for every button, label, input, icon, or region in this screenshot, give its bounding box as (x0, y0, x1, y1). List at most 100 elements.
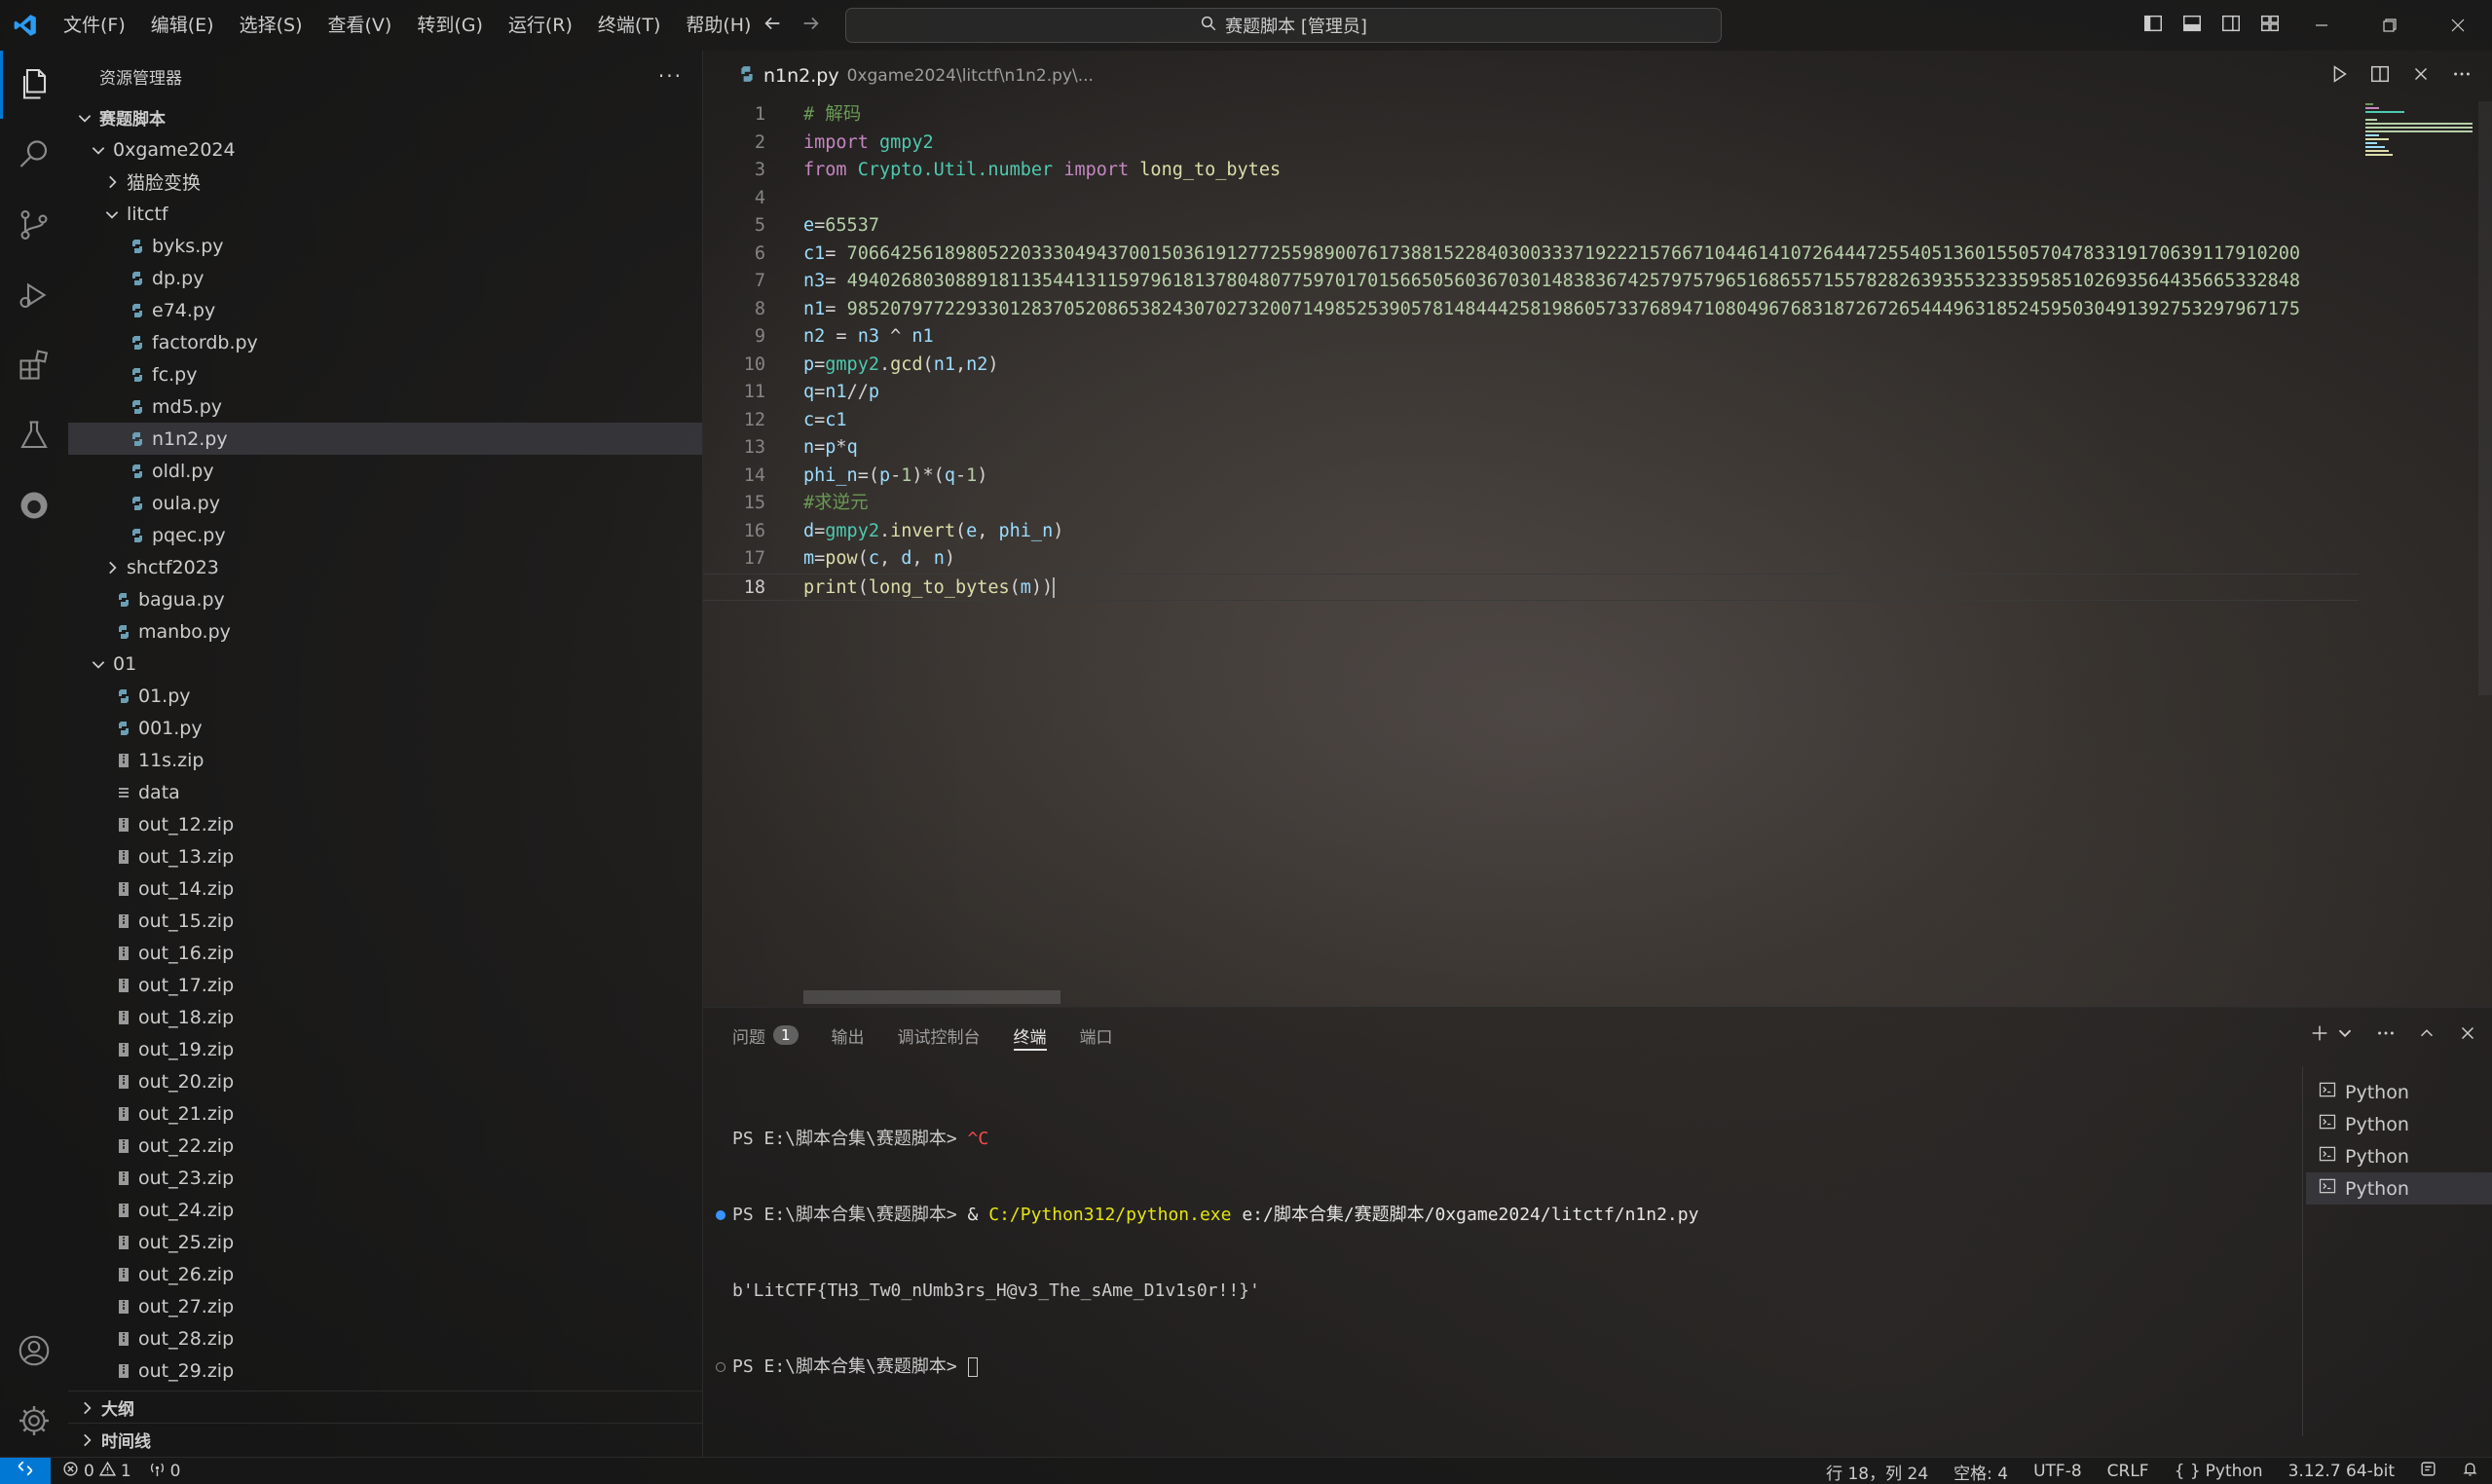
run-file-icon[interactable] (2328, 63, 2350, 89)
customize-layout-icon[interactable] (2259, 13, 2281, 38)
source-control-icon[interactable] (0, 191, 68, 259)
file-item[interactable]: e74.py (68, 294, 702, 326)
menu-selection[interactable]: 选择(S) (227, 0, 316, 51)
timeline-section[interactable]: 时间线 (68, 1423, 703, 1456)
tab-debug-console[interactable]: 调试控制台 (898, 1008, 981, 1062)
file-item[interactable]: 001.py (68, 712, 702, 744)
explorer-more-actions-icon[interactable]: ··· (658, 64, 683, 88)
file-item[interactable]: out_24.zip (68, 1194, 702, 1226)
terminal-list-item-active[interactable]: Python (2306, 1172, 2492, 1205)
problems-status[interactable]: 0 1 (62, 1461, 131, 1482)
tab-ports[interactable]: 端口 (1080, 1008, 1113, 1062)
tab-problems[interactable]: 问题 1 (732, 1008, 799, 1062)
command-decoration-icon[interactable] (716, 1210, 725, 1220)
file-item[interactable]: md5.py (68, 390, 702, 423)
file-item[interactable]: out_29.zip (68, 1354, 702, 1387)
file-item[interactable]: fc.py (68, 358, 702, 390)
file-item[interactable]: out_17.zip (68, 969, 702, 1001)
tab-output[interactable]: 输出 (832, 1008, 865, 1062)
code-editor[interactable]: 1 # 解码 2 import gmpy2 3 from Crypto.Util.nu… (703, 101, 2492, 1007)
file-item[interactable]: bagua.py (68, 583, 702, 615)
terminal-dropdown-chevron-icon[interactable] (2334, 1022, 2356, 1048)
menu-terminal[interactable]: 终端(T) (585, 0, 673, 51)
tab-terminal[interactable]: 终端 (1013, 1008, 1047, 1062)
file-item[interactable]: out_25.zip (68, 1226, 702, 1258)
terminal-list-item[interactable]: Python (2306, 1108, 2492, 1140)
menu-edit[interactable]: 编辑(E) (138, 0, 227, 51)
panel-more-icon[interactable] (2375, 1022, 2397, 1048)
file-item[interactable]: byks.py (68, 230, 702, 262)
close-panel-icon[interactable] (2457, 1022, 2478, 1048)
close-window-button[interactable] (2424, 0, 2492, 51)
file-item[interactable]: oula.py (68, 487, 702, 519)
settings-gear-icon[interactable] (0, 1387, 68, 1455)
accounts-icon[interactable] (0, 1317, 68, 1385)
cursor-position[interactable]: 行 18，列 24 (1826, 1460, 1928, 1484)
restore-button[interactable] (2356, 0, 2424, 51)
terminal-list-item[interactable]: Python (2306, 1140, 2492, 1172)
explorer-icon[interactable] (0, 51, 68, 119)
file-encoding[interactable]: UTF-8 (2033, 1462, 2082, 1481)
back-arrow-icon[interactable] (762, 13, 783, 38)
ports-status[interactable]: 0 (149, 1461, 180, 1482)
file-item[interactable]: out_22.zip (68, 1130, 702, 1162)
tab-breadcrumb-path[interactable]: 0xgame2024\litctf\n1n2.py\... (847, 66, 1094, 86)
command-center-search[interactable]: 赛题脚本 [管理员] (845, 8, 1722, 43)
forward-arrow-icon[interactable] (800, 13, 822, 38)
search-view-icon[interactable] (0, 121, 68, 189)
file-item[interactable]: out_23.zip (68, 1162, 702, 1194)
file-item[interactable]: out_19.zip (68, 1033, 702, 1065)
indentation[interactable]: 空格: 4 (1953, 1460, 2008, 1484)
folder-shctf2023[interactable]: shctf2023 (68, 551, 702, 583)
folder-root[interactable]: 赛题脚本 (68, 101, 702, 133)
file-item[interactable]: out_21.zip (68, 1097, 702, 1130)
menu-run[interactable]: 运行(R) (496, 0, 585, 51)
file-item[interactable]: out_14.zip (68, 872, 702, 905)
remote-indicator[interactable] (0, 1457, 51, 1484)
toggle-secondary-sidebar-icon[interactable] (2220, 13, 2242, 38)
toggle-primary-sidebar-icon[interactable] (2142, 13, 2164, 38)
minimize-button[interactable] (2287, 0, 2356, 51)
github-icon[interactable] (0, 471, 68, 539)
command-decoration-icon[interactable] (716, 1362, 725, 1372)
folder-01[interactable]: 01 (68, 648, 702, 680)
file-item[interactable]: out_20.zip (68, 1065, 702, 1097)
file-item[interactable]: out_27.zip (68, 1290, 702, 1322)
file-item[interactable]: out_16.zip (68, 937, 702, 969)
folder-litctf[interactable]: litctf (68, 198, 702, 230)
terminal-list-item[interactable]: Python (2306, 1076, 2492, 1108)
file-item[interactable]: out_18.zip (68, 1001, 702, 1033)
editor-vertical-scrollbar[interactable] (2478, 101, 2492, 695)
file-item[interactable]: factordb.py (68, 326, 702, 358)
testing-flask-icon[interactable] (0, 401, 68, 469)
language-mode[interactable]: { } Python (2175, 1462, 2263, 1481)
maximize-panel-icon[interactable] (2416, 1022, 2437, 1048)
file-item[interactable]: 11s.zip (68, 744, 702, 776)
outline-section[interactable]: 大纲 (68, 1391, 703, 1424)
split-editor-icon[interactable] (2369, 63, 2391, 89)
file-item[interactable]: out_26.zip (68, 1258, 702, 1290)
file-item[interactable]: pqec.py (68, 519, 702, 551)
copilot-icon[interactable] (2420, 1461, 2436, 1482)
terminal-output[interactable]: PS E:\脚本合集\赛题脚本> ^C PS E:\脚本合集\赛题脚本> & C… (716, 1076, 2096, 1430)
run-and-debug-icon[interactable] (0, 261, 68, 329)
file-item[interactable]: manbo.py (68, 615, 702, 648)
menu-view[interactable]: 查看(V) (316, 0, 405, 51)
editor-horizontal-scrollbar[interactable] (803, 990, 1060, 1004)
menu-file[interactable]: 文件(F) (51, 0, 138, 51)
minimap[interactable] (2365, 101, 2473, 160)
file-item[interactable]: dp.py (68, 262, 702, 294)
extensions-icon[interactable] (0, 331, 68, 399)
file-item[interactable]: out_13.zip (68, 840, 702, 872)
menu-help[interactable]: 帮助(H) (673, 0, 763, 51)
file-item[interactable]: 01.py (68, 680, 702, 712)
toggle-panel-icon[interactable] (2181, 13, 2203, 38)
menu-go[interactable]: 转到(G) (404, 0, 496, 51)
python-interpreter[interactable]: 3.12.7 64-bit (2288, 1462, 2395, 1481)
end-of-line[interactable]: CRLF (2107, 1462, 2149, 1481)
file-item-selected[interactable]: n1n2.py (68, 423, 702, 455)
file-item[interactable]: out_12.zip (68, 808, 702, 840)
file-item[interactable]: data (68, 776, 702, 808)
file-item[interactable]: oldl.py (68, 455, 702, 487)
file-item[interactable]: out_28.zip (68, 1322, 702, 1354)
